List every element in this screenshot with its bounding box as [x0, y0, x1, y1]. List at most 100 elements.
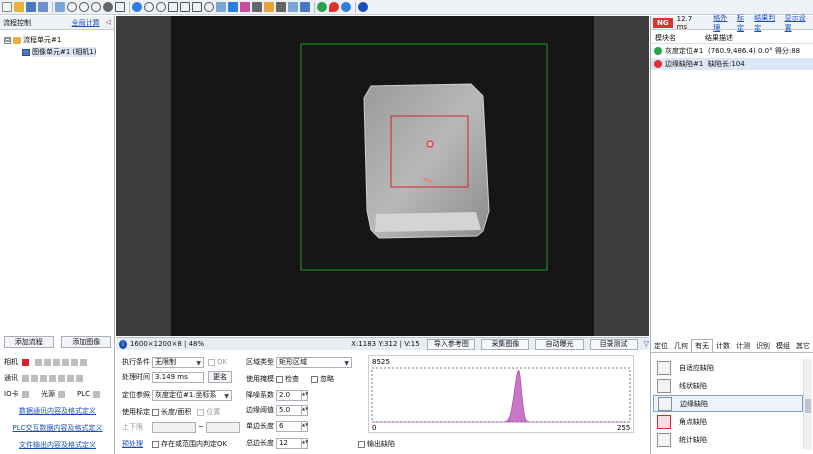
pos-ref-select[interactable]: 灰度定位#1.坐标系 ▼ [152, 389, 232, 401]
tool-label: 统计缺陷 [679, 435, 707, 444]
histogram-x-max: 255 [617, 424, 630, 432]
directory-test-button[interactable]: 目录测试 [589, 338, 638, 350]
new-file-icon[interactable] [2, 2, 12, 12]
region-type-select[interactable]: 矩形区域 ▼ [276, 356, 352, 368]
print-icon[interactable] [252, 2, 262, 12]
tab-geometry[interactable]: 几何 [671, 339, 691, 352]
open-folder-icon[interactable] [14, 2, 24, 12]
post-process-link[interactable]: 格外理 [713, 13, 733, 33]
eye-icon[interactable] [103, 2, 113, 12]
check-checkbox[interactable] [276, 375, 283, 383]
status-square [71, 358, 78, 366]
tool-item-adaptive-defect[interactable]: 自适应缺陷 [653, 359, 803, 376]
tree-item-image-unit[interactable]: 图像单元#1 (相机1) [4, 46, 114, 58]
inspection-image[interactable] [171, 16, 594, 336]
display-settings-link[interactable]: 显示设置 [785, 13, 811, 33]
file-output-link[interactable]: 文件输出内容及格式定义 [19, 440, 96, 450]
rename-button[interactable]: 更名 [208, 371, 232, 383]
len-area-checkbox[interactable] [152, 408, 159, 416]
location-pin-icon[interactable] [329, 2, 339, 12]
edge-thresh-input[interactable]: 5.0 [276, 404, 302, 416]
single-len-input[interactable]: 6 [276, 420, 302, 432]
chart-icon[interactable] [300, 2, 310, 12]
grid-icon[interactable] [180, 2, 190, 12]
crosshair-icon[interactable] [115, 2, 125, 12]
crop-icon[interactable] [168, 2, 178, 12]
position-checkbox[interactable] [197, 408, 205, 416]
comm-format-link[interactable]: 数据通讯内容及格式定义 [19, 406, 96, 416]
color-icon[interactable] [240, 2, 250, 12]
capture-image-button[interactable]: 采集图像 [481, 338, 530, 350]
result-judge-link[interactable]: 结果判定 [754, 13, 780, 33]
fullscreen-icon[interactable] [228, 2, 238, 12]
tool-item-edge-defect[interactable]: 边缘缺陷 [653, 395, 803, 412]
run-all-link[interactable]: 全局计算 [72, 18, 100, 28]
rotate-icon[interactable] [264, 2, 274, 12]
spinner-icon[interactable]: ▲▼ [302, 420, 308, 432]
save-icon[interactable] [26, 2, 36, 12]
image-info: 1600×1200×8 | 48% [129, 340, 205, 348]
results-header: NG 12.7 ms 格外理 标定 结果判定 显示设置 [651, 13, 813, 33]
zoom-fit-icon[interactable] [91, 2, 101, 12]
image-icon[interactable] [55, 2, 65, 12]
tool-item-stat-defect[interactable]: 统计缺陷 [653, 431, 803, 448]
total-len-input[interactable]: 12 [276, 437, 302, 449]
add-flow-button[interactable]: 添加流程 [3, 336, 54, 348]
output-defect-checkbox[interactable] [358, 440, 365, 448]
tool-item-corner-defect[interactable]: 角点缺陷 [653, 413, 803, 430]
collapse-toggle-icon[interactable]: ⊟ [4, 36, 11, 44]
spinner-icon[interactable]: ▲▼ [302, 404, 308, 416]
tab-count[interactable]: 计数 [713, 339, 733, 352]
plc-format-link[interactable]: PLC交互数据内容及格式定义 [12, 423, 102, 433]
target-icon[interactable] [204, 2, 214, 12]
exec-condition-row: 执行条件 无限制 ▼ OK [122, 356, 227, 368]
add-image-button[interactable]: 添加图像 [61, 336, 112, 348]
tab-locate[interactable]: 定位 [651, 339, 671, 352]
settings-icon[interactable] [341, 2, 351, 12]
measure-icon[interactable] [192, 2, 202, 12]
refresh-icon[interactable] [317, 2, 327, 12]
tab-other[interactable]: 其它 [793, 339, 813, 352]
results-table-header: 模块名 结果描述 [651, 32, 813, 44]
tool-list-scrollbar[interactable] [803, 359, 812, 449]
spinner-icon[interactable]: ▲▼ [302, 389, 308, 401]
info-icon[interactable] [358, 2, 368, 12]
preprocess-link[interactable]: 预处理 [122, 439, 152, 449]
expand-icon[interactable]: ▽ [644, 340, 649, 348]
zoom-out-icon[interactable] [79, 2, 89, 12]
ok-checkbox[interactable] [208, 358, 215, 366]
auto-exposure-button[interactable]: 自动曝光 [535, 338, 584, 350]
stop-icon[interactable] [156, 2, 166, 12]
status-square [44, 358, 51, 366]
tab-measure[interactable]: 计测 [733, 339, 753, 352]
save-as-icon[interactable] [38, 2, 48, 12]
drop-coef-input[interactable]: 2.0 [276, 389, 302, 401]
table-row[interactable]: 灰度定位#1 (760.9,486.4) 0.0° 得分:88 [651, 45, 813, 57]
ignore-checkbox[interactable] [311, 375, 318, 383]
zoom-in-icon[interactable] [67, 2, 77, 12]
upper-limit-field[interactable] [205, 421, 240, 433]
monitor-icon[interactable] [288, 2, 298, 12]
table-row[interactable]: 边缘缺陷#1 缺陷长:104 [651, 58, 813, 70]
calibrate-link[interactable]: 标定 [737, 13, 750, 33]
tool-item-line-defect[interactable]: 线状缺陷 [653, 377, 803, 394]
scrollbar-thumb[interactable] [805, 399, 811, 413]
tree-item-flow-unit[interactable]: ⊟ 流程单元#1 [4, 34, 114, 46]
tab-presence[interactable]: 有无 [691, 339, 713, 352]
spinner-icon[interactable]: ▲▼ [302, 437, 308, 449]
image-viewport[interactable] [116, 16, 649, 336]
param-label: 单边长度 [246, 422, 274, 430]
roi-icon[interactable] [216, 2, 226, 12]
pause-icon[interactable] [144, 2, 154, 12]
exec-condition-select[interactable]: 无限制 ▼ [152, 356, 204, 368]
tab-module[interactable]: 模组 [773, 339, 793, 352]
flow-control-panel: 流程控制 全局计算 ◁ ⊟ 流程单元#1 图像单元#1 (相机1) 添加流程 添… [0, 16, 115, 454]
play-icon[interactable] [132, 2, 142, 12]
collapse-icon[interactable]: ◁ [106, 18, 111, 28]
camera-icon[interactable] [276, 2, 286, 12]
import-reference-button[interactable]: 导入参考图 [427, 338, 476, 350]
exist-ok-checkbox[interactable] [152, 440, 159, 448]
tab-recognize[interactable]: 识别 [753, 339, 773, 352]
lower-limit-field[interactable] [152, 421, 196, 433]
param-label: 使用标定 [122, 408, 150, 416]
